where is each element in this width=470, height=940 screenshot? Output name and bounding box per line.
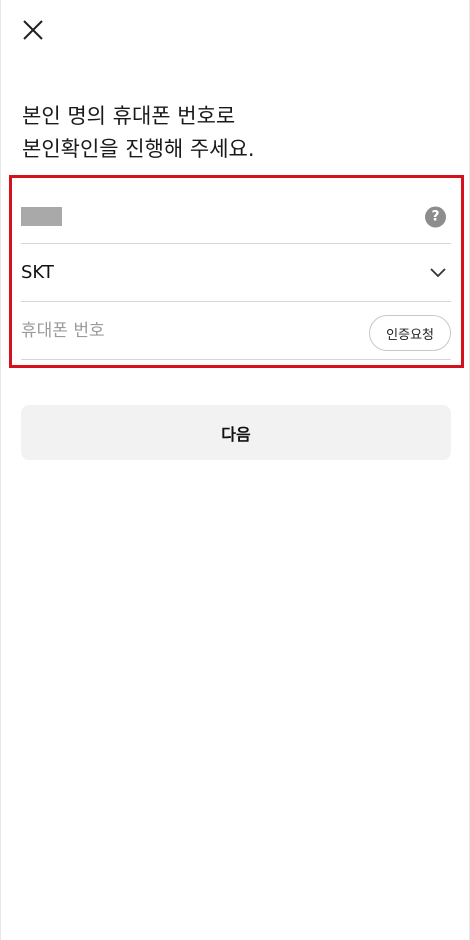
request-verification-button[interactable]: 인증요청 [369, 315, 451, 351]
page-title: 본인 명의 휴대폰 번호로 본인확인을 진행해 주세요. [22, 100, 452, 166]
page-title-line-1: 본인 명의 휴대폰 번호로 [22, 104, 236, 128]
next-button[interactable]: 다음 [21, 405, 451, 460]
carrier-select[interactable]: SKT [21, 244, 451, 302]
identity-verification-screen: 본인 명의 휴대폰 번호로 본인확인을 진행해 주세요. ? SKT 인증요청 … [0, 0, 470, 940]
masked-name-value [21, 207, 62, 226]
name-field[interactable]: ? [21, 190, 451, 244]
phone-number-field: 인증요청 [21, 302, 451, 360]
close-button[interactable] [17, 14, 49, 46]
question-icon[interactable]: ? [425, 206, 446, 227]
carrier-selected-value: SKT [21, 262, 54, 283]
chevron-down-icon [430, 267, 446, 277]
close-icon [23, 20, 43, 40]
page-title-line-2: 본인확인을 진행해 주세요. [22, 137, 255, 161]
